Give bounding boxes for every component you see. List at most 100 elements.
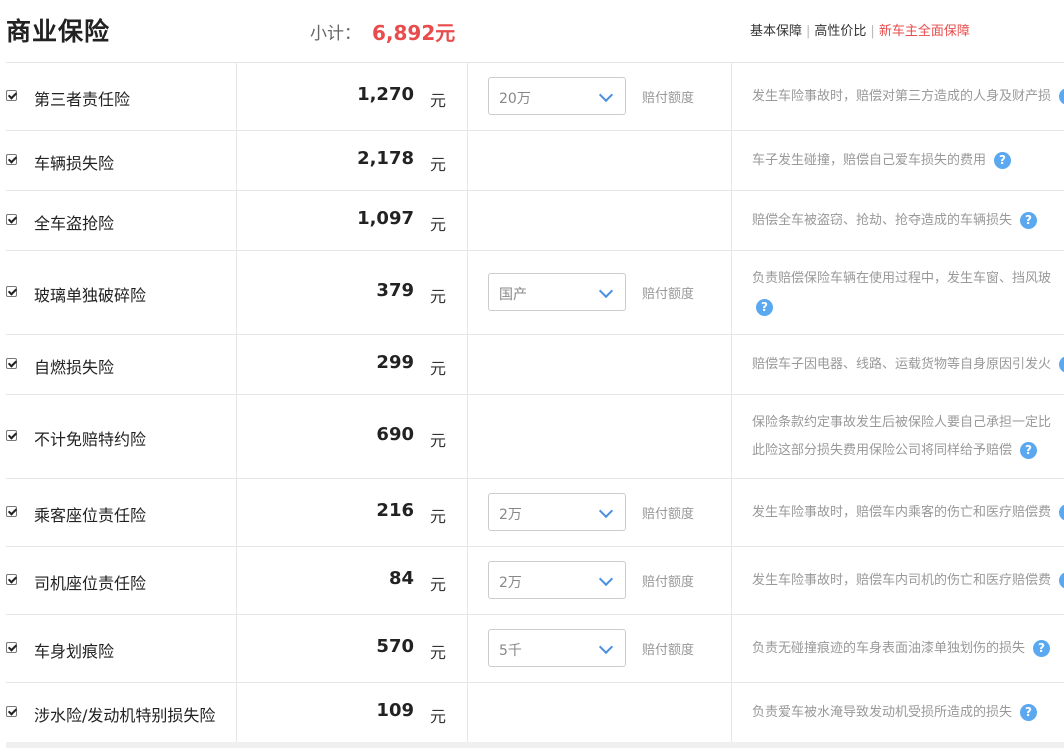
price-unit: 元 bbox=[430, 575, 447, 594]
chevron-down-icon bbox=[598, 503, 614, 519]
insurance-description: 负责爱车被水淹导致发动机受损所造成的损失? bbox=[752, 699, 1038, 727]
coverage-amount-select[interactable]: 2万 bbox=[488, 561, 626, 599]
row-checkbox[interactable] bbox=[6, 642, 17, 653]
insurance-description: 赔偿车子因电器、线路、运载货物等自身原因引发火? bbox=[752, 351, 1064, 379]
subtotal-value: 6,892元 bbox=[372, 21, 456, 45]
bottom-divider bbox=[6, 742, 1064, 748]
coverage-amount-value: 20万 bbox=[499, 91, 531, 107]
chevron-down-icon bbox=[598, 283, 614, 299]
column-divider bbox=[731, 63, 732, 130]
insurance-name: 全车盗抢险 bbox=[34, 214, 115, 233]
column-divider bbox=[467, 131, 468, 190]
column-divider bbox=[236, 683, 237, 742]
table-row: 全车盗抢险 1,097 元 赔偿全车被盗窃、抢劫、抢夺造成的车辆损失? bbox=[6, 191, 1064, 251]
price-unit: 元 bbox=[430, 707, 447, 726]
coverage-amount-select[interactable]: 20万 bbox=[488, 77, 626, 115]
insurance-description: 发生车险事故时，赔偿车内司机的伤亡和医疗赔偿费? bbox=[752, 567, 1064, 595]
plan-full-link[interactable]: 新车主全面保障 bbox=[879, 24, 970, 39]
description-text: 负责爱车被水淹导致发动机受损所造成的损失 bbox=[752, 705, 1013, 720]
coverage-amount-value: 2万 bbox=[499, 575, 522, 591]
insurance-description: 负责无碰撞痕迹的车身表面油漆单独划伤的损失? bbox=[752, 635, 1051, 663]
description-text: 负责无碰撞痕迹的车身表面油漆单独划伤的损失 bbox=[752, 641, 1026, 656]
row-checkbox[interactable] bbox=[6, 430, 17, 441]
help-icon[interactable]: ? bbox=[1020, 704, 1038, 721]
price-unit: 元 bbox=[430, 643, 447, 662]
row-checkbox[interactable] bbox=[6, 506, 17, 517]
help-icon[interactable]: ? bbox=[994, 152, 1012, 169]
insurance-price: 1,270 bbox=[357, 84, 414, 105]
help-icon[interactable]: ? bbox=[1059, 88, 1064, 105]
insurance-price: 379 bbox=[376, 280, 414, 301]
amount-label: 赔付额度 bbox=[642, 507, 695, 522]
insurance-price: 570 bbox=[376, 636, 414, 657]
column-divider bbox=[467, 335, 468, 394]
help-icon[interactable]: ? bbox=[756, 299, 773, 316]
coverage-amount-select[interactable]: 2万 bbox=[488, 493, 626, 531]
column-divider bbox=[467, 547, 468, 614]
insurance-name: 车辆损失险 bbox=[34, 154, 115, 173]
help-icon[interactable]: ? bbox=[1059, 572, 1064, 589]
insurance-price: 2,178 bbox=[357, 148, 414, 169]
plan-basic-link[interactable]: 基本保障 bbox=[750, 24, 802, 39]
coverage-amount-select[interactable]: 5千 bbox=[488, 629, 626, 667]
insurance-name: 涉水险/发动机特别损失险 bbox=[34, 706, 216, 725]
description-text: 发生车险事故时，赔偿车内乘客的伤亡和医疗赔偿费 bbox=[752, 505, 1052, 520]
row-checkbox[interactable] bbox=[6, 358, 17, 369]
price-unit: 元 bbox=[430, 431, 447, 450]
column-divider bbox=[236, 63, 237, 130]
help-icon[interactable]: ? bbox=[1059, 356, 1064, 373]
row-checkbox[interactable] bbox=[6, 214, 17, 225]
column-divider bbox=[731, 479, 732, 546]
column-divider bbox=[467, 615, 468, 682]
column-divider bbox=[731, 131, 732, 190]
description-text: 赔偿全车被盗窃、抢劫、抢夺造成的车辆损失 bbox=[752, 213, 1013, 228]
insurance-description: 发生车险事故时，赔偿对第三方造成的人身及财产损? bbox=[752, 83, 1064, 111]
subtotal-label: 小计： bbox=[310, 24, 361, 44]
chevron-down-icon bbox=[598, 639, 614, 655]
help-icon-wrapper: ? bbox=[748, 297, 773, 316]
coverage-amount-select[interactable]: 国产 bbox=[488, 273, 626, 311]
description-text: 发生车险事故时，赔偿车内司机的伤亡和医疗赔偿费 bbox=[752, 573, 1052, 588]
table-row: 自燃损失险 299 元 赔偿车子因电器、线路、运载货物等自身原因引发火? bbox=[6, 335, 1064, 395]
description-text: 车子发生碰撞，赔偿自己爱车损失的费用 bbox=[752, 153, 987, 168]
row-checkbox[interactable] bbox=[6, 154, 17, 165]
column-divider bbox=[731, 395, 732, 478]
insurance-description: 车子发生碰撞，赔偿自己爱车损失的费用? bbox=[752, 147, 1012, 175]
table-row: 第三者责任险 1,270 元 20万 赔付额度 发生车险事故时，赔偿对第三方造成的人身及财… bbox=[6, 63, 1064, 131]
help-icon[interactable]: ? bbox=[1033, 640, 1051, 657]
description-text: 负责赔偿保险车辆在使用过程中，发生车窗、挡风玻 bbox=[752, 271, 1052, 286]
plan-separator: | bbox=[806, 24, 811, 39]
row-checkbox[interactable] bbox=[6, 574, 17, 585]
insurance-price: 1,097 bbox=[357, 208, 414, 229]
column-divider bbox=[467, 251, 468, 334]
help-icon[interactable]: ? bbox=[1020, 212, 1038, 229]
row-checkbox[interactable] bbox=[6, 90, 17, 101]
insurance-price: 109 bbox=[376, 700, 414, 721]
row-checkbox[interactable] bbox=[6, 706, 17, 717]
column-divider bbox=[731, 335, 732, 394]
table-row: 玻璃单独破碎险 379 元 国产 赔付额度 负责赔偿保险车辆在使用过程中，发生车窗、挡风玻… bbox=[6, 251, 1064, 335]
plan-links: 基本保障 | 高性价比 | 新车主全面保障 bbox=[750, 20, 970, 39]
amount-label: 赔付额度 bbox=[642, 91, 695, 106]
row-checkbox[interactable] bbox=[6, 286, 17, 297]
insurance-name: 自燃损失险 bbox=[34, 358, 115, 377]
column-divider bbox=[236, 395, 237, 478]
description-text: 此险这部分损失费用保险公司将同样给予赔偿 bbox=[752, 443, 1013, 458]
insurance-name: 乘客座位责任险 bbox=[34, 506, 147, 525]
insurance-description: 赔偿全车被盗窃、抢劫、抢夺造成的车辆损失? bbox=[752, 207, 1038, 235]
column-divider bbox=[236, 335, 237, 394]
insurance-name: 司机座位责任险 bbox=[34, 574, 147, 593]
column-divider bbox=[731, 191, 732, 250]
help-icon[interactable]: ? bbox=[1059, 504, 1064, 521]
table-row: 乘客座位责任险 216 元 2万 赔付额度 发生车险事故时，赔偿车内乘客的伤亡和医疗赔偿费… bbox=[6, 479, 1064, 547]
coverage-amount-value: 5千 bbox=[499, 643, 522, 659]
plan-separator: | bbox=[870, 24, 875, 39]
column-divider bbox=[236, 251, 237, 334]
plan-value-link[interactable]: 高性价比 bbox=[814, 24, 866, 39]
table-row: 涉水险/发动机特别损失险 109 元 负责爱车被水淹导致发动机受损所造成的损失? bbox=[6, 683, 1064, 743]
description-text: 保险条款约定事故发生后被保险人要自己承担一定比 bbox=[752, 415, 1052, 430]
insurance-price: 84 bbox=[388, 568, 414, 589]
table-row: 车身划痕险 570 元 5千 赔付额度 负责无碰撞痕迹的车身表面油漆单独划伤的损失? bbox=[6, 615, 1064, 683]
column-divider bbox=[236, 191, 237, 250]
help-icon[interactable]: ? bbox=[1020, 442, 1038, 459]
